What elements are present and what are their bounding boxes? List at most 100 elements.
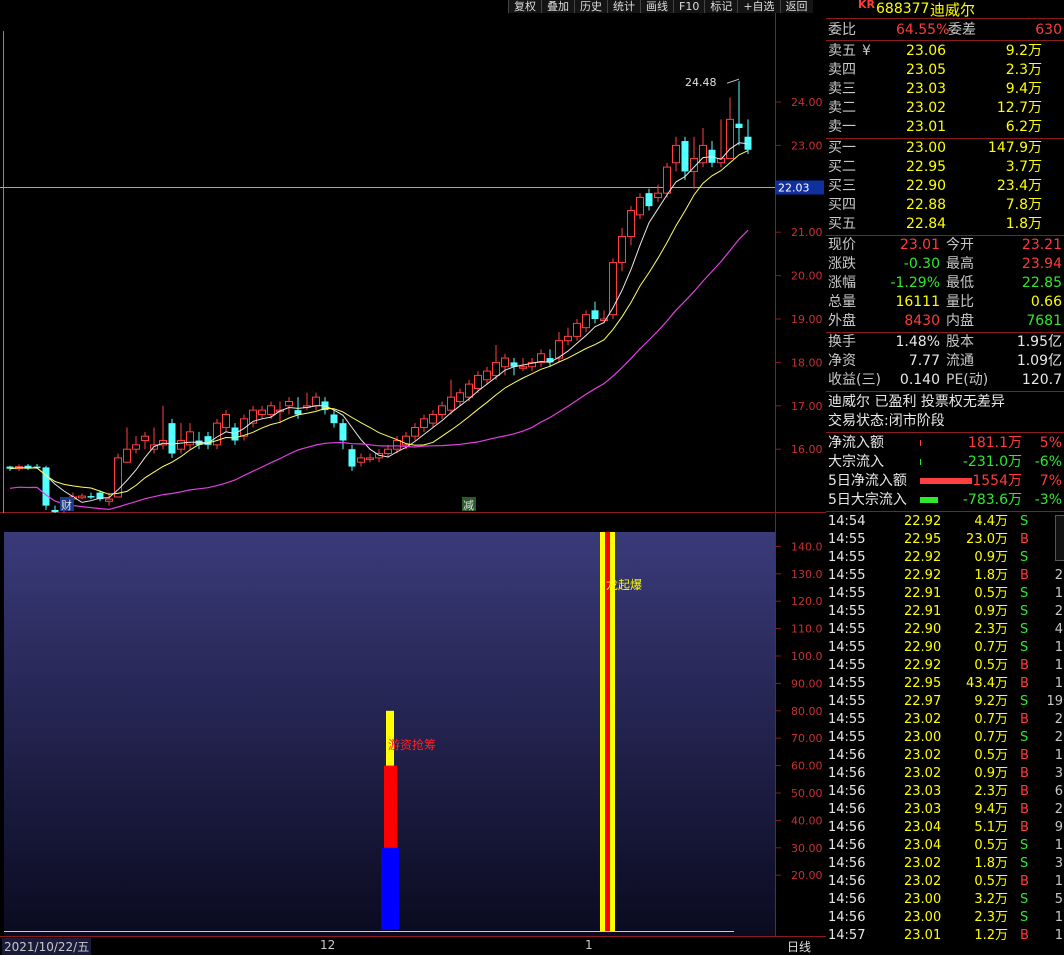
tick-row: 14:55 22.90 0.7万 S 1 (826, 639, 1064, 657)
candle-body (384, 448, 392, 455)
tick-scrollbar[interactable] (1055, 515, 1064, 561)
tick-row: 14:55 22.92 0.5万 B 1 (826, 657, 1064, 675)
candle-body (285, 400, 293, 407)
tick-volume: 0.5万 (974, 874, 1008, 889)
candle-body (366, 457, 374, 460)
tick-count: 2 (1054, 568, 1063, 583)
stock-header: KR 688377 迪威尔 (826, 0, 1064, 19)
tick-row: 14:56 23.04 0.5万 S 1 (826, 837, 1064, 855)
tick-count: 2 (1054, 730, 1063, 745)
flow-label: 5日净流入额 (828, 473, 907, 489)
tick-volume: 1.8万 (974, 568, 1008, 583)
price-tick-label: 20.00 (791, 270, 823, 283)
candle-body (258, 409, 266, 415)
tick-count: 3 (1054, 766, 1063, 781)
tick-row: 14:55 22.91 0.5万 S 1 (826, 585, 1064, 603)
fund-flow-row: 净流入额 181.1万 5% (826, 434, 1064, 453)
candle-body (726, 118, 734, 159)
tick-side: B (1020, 874, 1029, 889)
tick-side: S (1020, 622, 1029, 637)
tick-volume: 9.2万 (974, 694, 1008, 709)
candle-body (636, 196, 644, 216)
signal-label: 游资抢筹 (388, 737, 436, 752)
candle-body (141, 435, 149, 442)
bid-volume: 1.8万 (1005, 216, 1042, 232)
bid-price: 22.95 (906, 159, 947, 175)
tick-price: 22.95 (904, 676, 942, 691)
tick-price: 23.00 (904, 892, 942, 907)
candle-body (501, 357, 509, 368)
ask-label: 卖一 (828, 119, 856, 135)
period-selector[interactable]: 日线 (787, 938, 811, 955)
tick-count: 5 (1054, 892, 1063, 907)
flow-value: 181.1万 (967, 435, 1022, 451)
tick-time: 14:56 (828, 766, 866, 781)
ask-label: 卖三 (828, 81, 856, 97)
tick-time: 14:55 (828, 586, 866, 601)
fund-flow-row: 大宗流入 -231.0万 -6% (826, 453, 1064, 472)
tick-volume: 0.5万 (974, 586, 1008, 601)
tick-volume: 0.9万 (974, 550, 1008, 565)
candle-body (447, 396, 455, 411)
toolbar-button[interactable]: 统计 (607, 0, 640, 13)
tick-side: B (1020, 784, 1029, 799)
stat-label: 今开 (946, 237, 974, 253)
tick-price: 22.92 (904, 568, 942, 583)
indicator-tick-label: 60.00 (791, 760, 823, 773)
stat-value: 7681 (1026, 313, 1062, 329)
bid-label: 买四 (828, 197, 856, 213)
toolbar-button[interactable]: 叠加 (541, 0, 574, 13)
price-tick-label: 18.00 (791, 356, 823, 369)
bid-row: 买一 23.00 147.9万 (826, 139, 1064, 158)
toolbar-button[interactable]: 标记 (704, 0, 737, 13)
candle-body (330, 414, 338, 424)
tick-price: 23.02 (904, 874, 942, 889)
stat-label: 现价 (828, 237, 856, 253)
candle-body (51, 509, 59, 513)
price-tick-label: 16.00 (791, 443, 823, 456)
tick-price: 23.00 (904, 910, 942, 925)
bid-volume: 7.8万 (1005, 197, 1042, 213)
candle-body (222, 413, 230, 429)
tick-side: B (1020, 766, 1029, 781)
candle-body (357, 457, 365, 463)
stat-label: 外盘 (828, 313, 856, 329)
stacked-bar-blue (381, 847, 399, 930)
tick-count: 3 (1054, 856, 1063, 871)
stat-label: PE(动) (946, 372, 989, 388)
tick-price: 23.03 (904, 784, 942, 799)
toolbar-button[interactable]: 返回 (779, 0, 813, 13)
tick-time: 14:55 (828, 658, 866, 673)
tick-time: 14:56 (828, 892, 866, 907)
tick-row: 14:5422.924.4万S2 (826, 513, 1064, 531)
toolbar-button[interactable]: 历史 (574, 0, 607, 13)
bid-price: 22.88 (906, 197, 947, 213)
toolbar-button[interactable]: 画线 (640, 0, 673, 13)
ask-volume: 9.2万 (1005, 43, 1042, 59)
candle-body (294, 410, 302, 415)
stat-label: 内盘 (946, 313, 974, 329)
chart-toolbar: 复权 叠加 历史 统计 画线 F10 标记 +自选 返回 (508, 0, 813, 14)
stat-value: 1.48% (895, 334, 940, 350)
tick-side: S (1020, 694, 1029, 709)
toolbar-button[interactable]: 复权 (508, 0, 541, 13)
tick-time: 14:55 (828, 568, 866, 583)
candle-body (339, 423, 347, 441)
toolbar-button[interactable]: F10 (673, 0, 704, 13)
flow-percent: 5% (1039, 435, 1062, 451)
toolbar-button[interactable]: +自选 (737, 0, 779, 13)
indicator-tick-label: 40.00 (791, 814, 823, 827)
fund-flow-row: 5日净流入额 1554万 7% (826, 472, 1064, 491)
bid-label: 买一 (828, 140, 856, 156)
tick-volume: 0.7万 (974, 730, 1008, 745)
flow-percent: -6% (1034, 454, 1062, 470)
tick-row: 14:55 23.02 0.7万 B 2 (826, 711, 1064, 729)
tick-row: 14:55 22.91 0.9万 S 2 (826, 603, 1064, 621)
candle-body (672, 144, 680, 164)
tick-price: 22.91 (904, 604, 942, 619)
tick-row: 14:56 23.02 0.5万 B 1 (826, 747, 1064, 765)
ask-price: 23.02 (906, 100, 947, 116)
current-price-label: 22.03 (778, 181, 810, 194)
tick-price: 23.02 (904, 766, 942, 781)
tick-side: B (1020, 928, 1029, 943)
